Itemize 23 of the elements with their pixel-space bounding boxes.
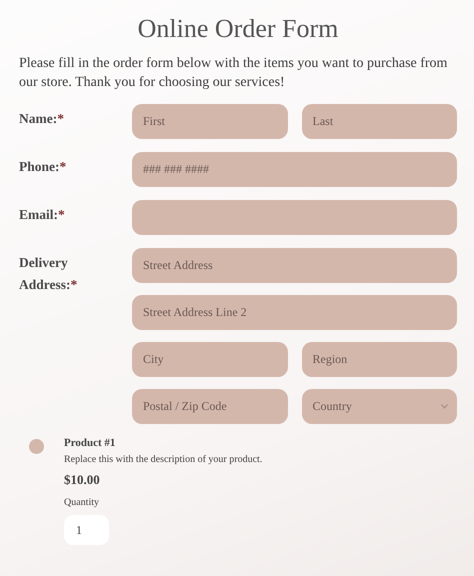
product-checkbox[interactable] (29, 439, 44, 454)
field-label: Name:* (19, 110, 65, 128)
product-description: Replace this with the description of your product. (64, 454, 264, 465)
intro-text: Please fill in the order form below with the items you want to purchase from our store. Thank you for choosing our services! (19, 55, 448, 92)
quantity-label: Quantity (64, 497, 100, 508)
input-field[interactable]: First (132, 104, 288, 139)
input-field[interactable]: Region (302, 342, 457, 377)
product-name: Product #1 (64, 437, 116, 449)
caret-icon (441, 404, 448, 409)
input-field[interactable]: Street Address Line 2 (132, 295, 457, 330)
field-label: Email:* (19, 206, 66, 224)
input-field[interactable]: Last (302, 104, 457, 139)
form-title: Online Order Form (136, 14, 340, 44)
input-field[interactable]: Street Address (132, 248, 457, 283)
field-label: Phone:* (19, 158, 68, 176)
quantity-field[interactable]: 1 (64, 515, 109, 545)
input-field[interactable]: City (132, 342, 288, 377)
input-field[interactable]: Postal / Zip Code (132, 389, 288, 424)
input-field[interactable] (132, 200, 457, 235)
product-price: $10.00 (64, 472, 101, 488)
select-field[interactable]: Country (302, 389, 457, 424)
field-label: Delivery Address:* (19, 254, 78, 294)
input-field[interactable]: ### ### #### (132, 152, 457, 187)
